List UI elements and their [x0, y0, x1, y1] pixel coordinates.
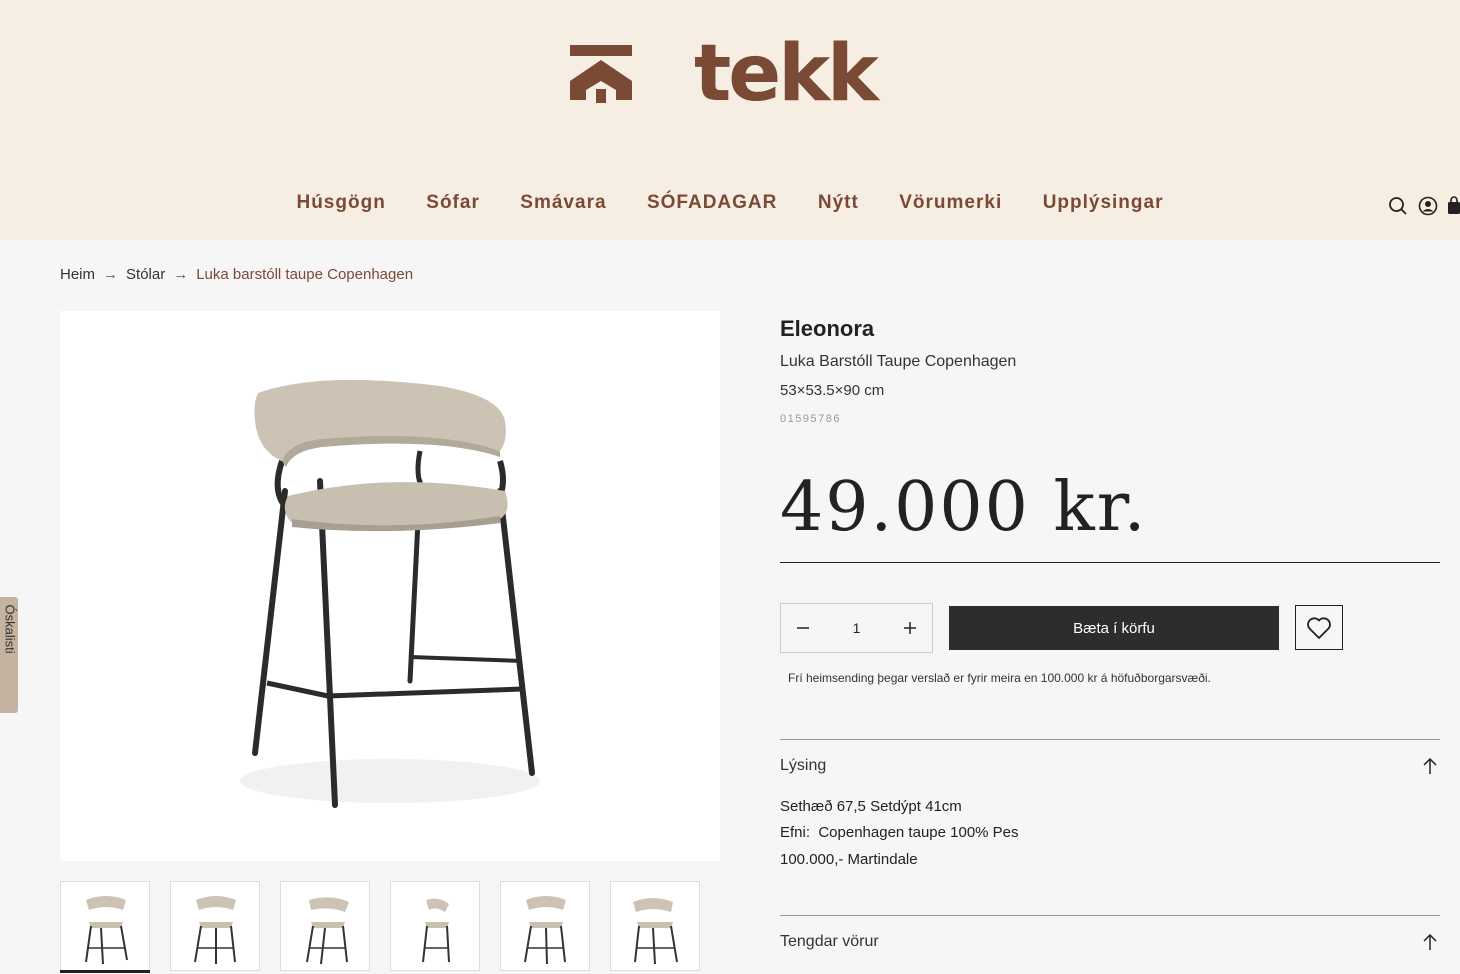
product-title: Luka Barstóll Taupe Copenhagen: [780, 353, 1017, 370]
divider: [780, 562, 1440, 563]
logo-text: tekk: [694, 29, 879, 119]
logo[interactable]: tekk: [566, 29, 879, 119]
quantity-input[interactable]: [836, 620, 877, 636]
description-line: Efni: Copenhagen taupe 100% Pes: [780, 824, 1019, 841]
arrow-up-icon: [1423, 757, 1437, 774]
accordion-description-title: Lýsing: [780, 757, 827, 774]
thumbnail[interactable]: [610, 881, 700, 971]
shipping-note: Frí heimsending þegar verslað er fyrir m…: [788, 671, 1211, 685]
product-brand[interactable]: Eleonora: [780, 316, 874, 342]
product-price: 49.000 kr.: [780, 468, 1148, 547]
nav-item-upplysingar[interactable]: Upplýsingar: [1043, 192, 1164, 214]
nav-item-sofadagar[interactable]: SÓFADAGAR: [647, 192, 777, 214]
divider: [780, 739, 1440, 740]
thumbnail[interactable]: [500, 881, 590, 971]
quantity-stepper: [780, 603, 933, 653]
breadcrumb-home[interactable]: Heim: [60, 266, 95, 283]
search-icon[interactable]: [1388, 196, 1408, 216]
divider: [780, 915, 1440, 916]
cart-icon[interactable]: [1448, 196, 1460, 216]
nav-item-husgogn[interactable]: Húsgögn: [296, 192, 385, 214]
thumbnail[interactable]: [280, 881, 370, 971]
breadcrumb-stolar[interactable]: Stólar: [126, 266, 165, 283]
thumbnail[interactable]: [390, 881, 480, 971]
nav-item-nytt[interactable]: Nýtt: [818, 192, 859, 214]
wishlist-side-tab-label: Óskalisti: [2, 604, 18, 654]
breadcrumb: Heim → Stólar → Luka barstóll taupe Cope…: [60, 266, 413, 283]
plus-icon[interactable]: [898, 616, 922, 640]
site-header: tekk Húsgögn Sófar Smávara SÓFADAGAR Nýt…: [0, 0, 1460, 240]
thumbnail[interactable]: [60, 881, 150, 973]
thumbnail-gallery: [60, 881, 700, 973]
wishlist-button[interactable]: [1295, 605, 1343, 650]
product-main-image[interactable]: [60, 311, 720, 861]
nav-item-vorumerki[interactable]: Vörumerki: [899, 192, 1002, 214]
bar-stool-image: [240, 379, 540, 808]
wishlist-side-tab[interactable]: Óskalisti: [0, 597, 18, 713]
nav-item-sofar[interactable]: Sófar: [426, 192, 480, 214]
accordion-related[interactable]: Tengdar vörur: [780, 933, 1440, 951]
heart-icon: [1307, 616, 1331, 639]
description-line: Sethæð 67,5 Setdýpt 41cm: [780, 798, 962, 815]
account-icon[interactable]: [1418, 196, 1438, 216]
header-icons: [1388, 196, 1460, 216]
nav-item-smavara[interactable]: Smávara: [520, 192, 606, 214]
logo-mark-icon: [570, 45, 632, 103]
thumbnail[interactable]: [170, 881, 260, 971]
product-dimensions: 53×53.5×90 cm: [780, 382, 885, 399]
description-line: 100.000,- Martindale: [780, 851, 918, 868]
accordion-related-title: Tengdar vörur: [780, 933, 879, 950]
arrow-right-icon: →: [103, 266, 119, 283]
add-to-cart-button[interactable]: Bæta í körfu: [949, 606, 1279, 650]
main-nav: Húsgögn Sófar Smávara SÓFADAGAR Nýtt Vör…: [0, 192, 1460, 214]
breadcrumb-current: Luka barstóll taupe Copenhagen: [196, 266, 414, 283]
arrow-right-icon: →: [173, 266, 189, 283]
minus-icon[interactable]: [791, 616, 815, 640]
product-sku: 01595786: [780, 413, 841, 425]
accordion-description[interactable]: Lýsing: [780, 757, 1440, 775]
arrow-up-icon: [1423, 933, 1437, 950]
